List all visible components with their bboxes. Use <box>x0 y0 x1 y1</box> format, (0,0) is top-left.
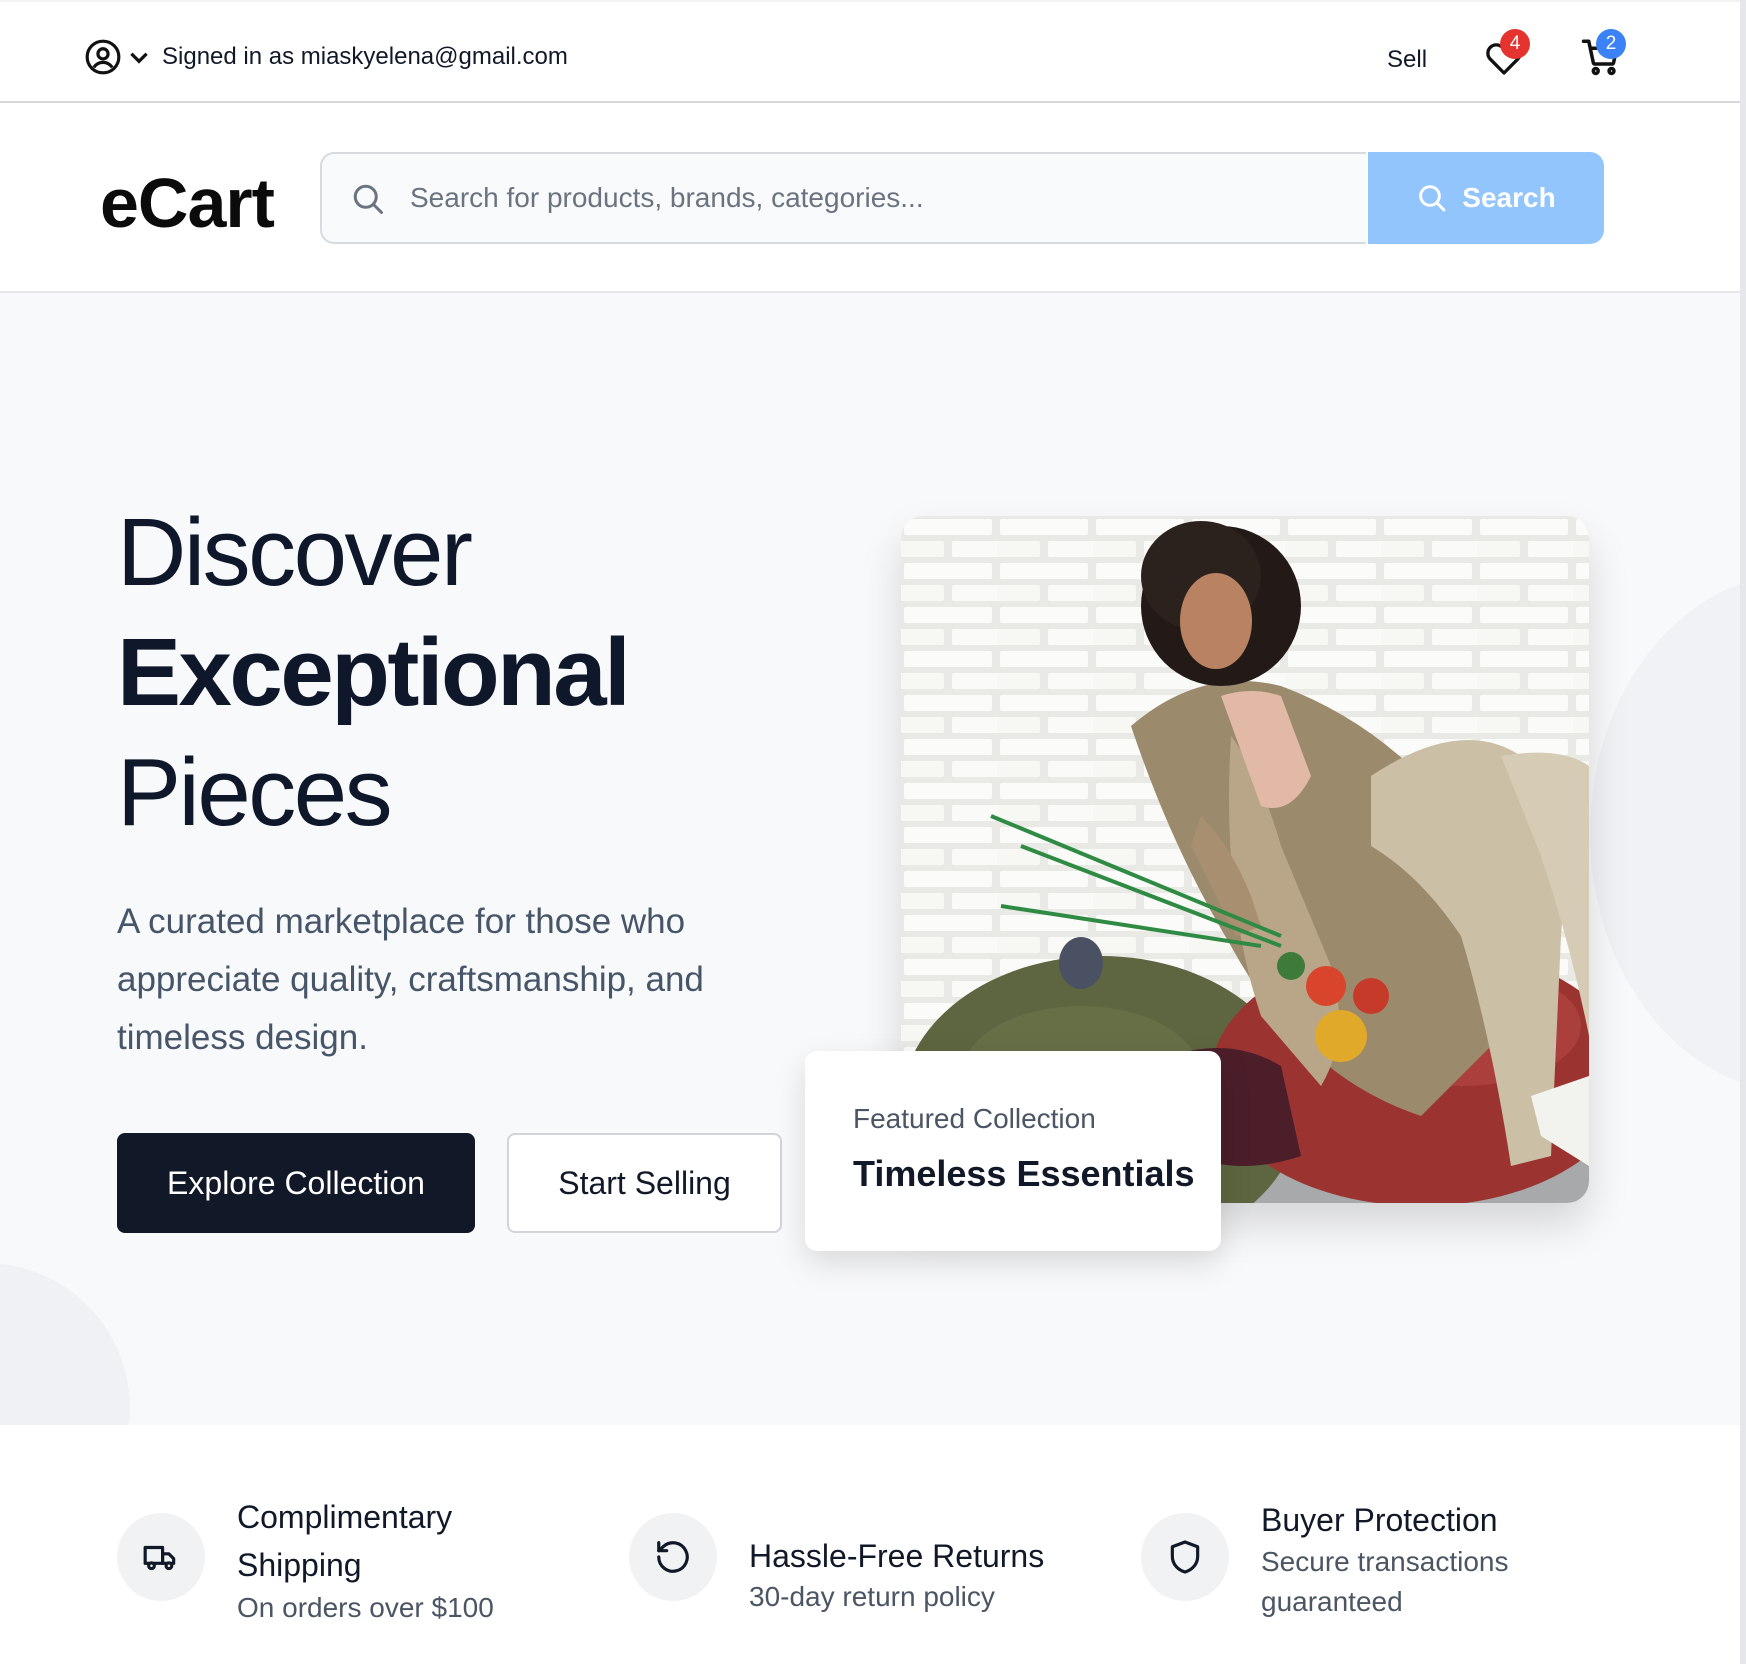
rotate-ccw-icon <box>657 1541 689 1573</box>
feature-subtitle: On orders over $100 <box>237 1592 494 1623</box>
shipping-feature-icon <box>117 1513 205 1601</box>
feature-subtitle: Secure transactions guaranteed <box>1261 1546 1509 1617</box>
feature-title: Hassle-Free Returns <box>749 1538 1045 1574</box>
hero-title: Discover Exceptional Pieces <box>117 493 631 853</box>
top-bar: Signed in as miaskyelena@gmail.com Sell … <box>0 0 1740 103</box>
search-box <box>320 152 1366 244</box>
feature-title: Complimentary Shipping <box>237 1499 453 1583</box>
featured-collection-card[interactable]: Featured Collection Timeless Essentials <box>805 1051 1221 1251</box>
truck-icon <box>143 1545 176 1571</box>
account-menu[interactable]: Signed in as miaskyelena@gmail.com <box>84 38 568 76</box>
hero-subtitle: A curated marketplace for those who appr… <box>117 902 704 1057</box>
wishlist-count-badge: 4 <box>1500 29 1530 59</box>
protection-feature-icon <box>1141 1513 1229 1601</box>
chevron-down-icon[interactable] <box>126 44 152 70</box>
cart-count-badge: 2 <box>1596 29 1626 59</box>
hero-section: Discover Exceptional Pieces A curated ma… <box>0 293 1740 1425</box>
main-header: eCart Search <box>0 103 1740 293</box>
logo[interactable]: eCart <box>100 163 275 243</box>
featured-kicker: Featured Collection <box>853 1103 1096 1134</box>
feature-subtitle: 30-day return policy <box>749 1581 995 1612</box>
returns-feature-icon <box>629 1513 717 1601</box>
hero-title-line: Discover <box>117 499 473 606</box>
features-section: Complimentary Shipping On orders over $1… <box>0 1425 1740 1664</box>
search-input[interactable] <box>410 154 1340 242</box>
hero-title-line: Exceptional <box>117 619 631 726</box>
hero-title-line: Pieces <box>117 739 393 846</box>
search-icon <box>1419 185 1446 212</box>
decorative-circle <box>0 1263 130 1425</box>
decorative-circle <box>1590 573 1740 1093</box>
user-circle-icon <box>85 39 121 75</box>
explore-collection-button[interactable]: Explore Collection <box>117 1133 475 1233</box>
window-edge <box>1740 0 1746 1664</box>
search-button-label: Search <box>1462 182 1556 213</box>
start-selling-button[interactable]: Start Selling <box>507 1133 782 1233</box>
search-button[interactable]: Search <box>1368 152 1604 244</box>
featured-collection-name: Timeless Essentials <box>853 1153 1195 1194</box>
search-icon <box>353 184 383 214</box>
signed-in-text: Signed in as miaskyelena@gmail.com <box>162 43 568 70</box>
shield-icon <box>1170 1540 1200 1574</box>
feature-title: Buyer Protection <box>1261 1502 1498 1538</box>
sell-link[interactable]: Sell <box>1387 46 1427 74</box>
